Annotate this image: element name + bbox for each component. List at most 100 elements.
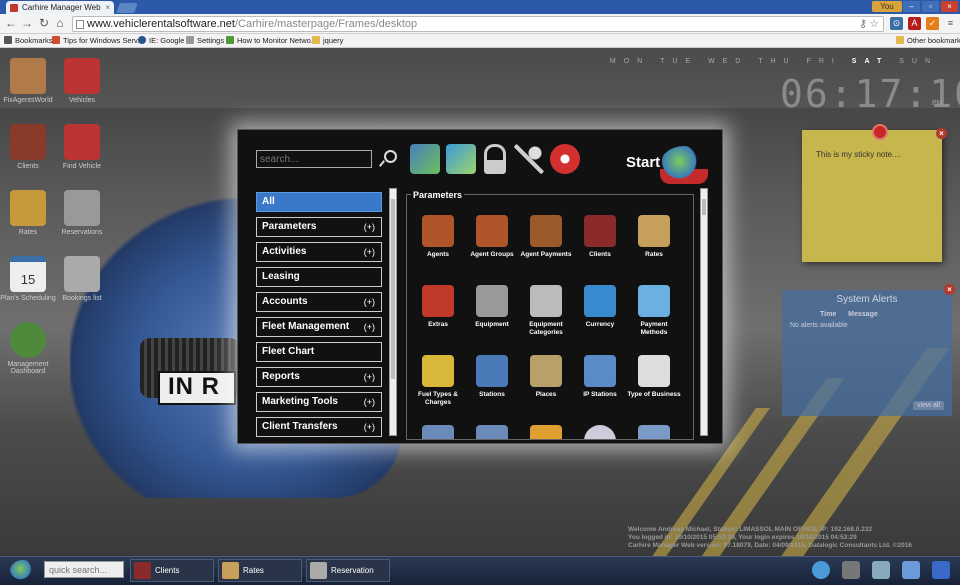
param-payment-methods[interactable]: Payment Methods bbox=[627, 285, 681, 337]
back-icon[interactable]: ← bbox=[4, 16, 18, 31]
address-bar[interactable]: www.vehiclerentalsoftware.net/Carhire/ma… bbox=[72, 16, 884, 32]
tab-title: Carhire Manager Web bbox=[22, 3, 101, 12]
home-icon[interactable]: ⌂ bbox=[53, 16, 67, 31]
extension-icon[interactable]: ⊙ bbox=[890, 17, 903, 30]
param-ip-stations[interactable]: IP Stations bbox=[573, 355, 627, 399]
param-fuel-types[interactable]: Fuel Types & Charges bbox=[411, 355, 465, 407]
param-currency[interactable]: Currency bbox=[573, 285, 627, 329]
browser-tab[interactable]: Carhire Manager Web × bbox=[6, 1, 114, 14]
sticky-close-icon[interactable]: × bbox=[936, 128, 947, 139]
page-icon bbox=[76, 20, 84, 29]
menu-icon[interactable]: ≡ bbox=[944, 17, 957, 30]
bookmark-item[interactable]: IE: Google bbox=[138, 34, 184, 47]
quick-search-input[interactable] bbox=[44, 561, 124, 578]
param-places[interactable]: Places bbox=[519, 355, 573, 399]
minimize-button[interactable]: – bbox=[903, 1, 920, 12]
menu-item-client-transfers[interactable]: Client Transfers (+) bbox=[256, 417, 382, 437]
param-rates[interactable]: Rates bbox=[627, 215, 681, 259]
session-info: Welcome Andreas Michael, Station: LIMASS… bbox=[628, 526, 912, 549]
param-agent-groups[interactable]: Agent Groups bbox=[465, 215, 519, 259]
param-extras[interactable]: Extras bbox=[411, 285, 465, 329]
windows-icon[interactable] bbox=[932, 561, 950, 579]
taskbar-reservation-button[interactable]: Reservation bbox=[306, 559, 390, 582]
other-bookmarks[interactable]: Other bookmarks bbox=[896, 34, 960, 47]
key-icon[interactable] bbox=[514, 144, 544, 174]
bookmark-item[interactable]: jquery bbox=[312, 34, 343, 47]
menu-item-all[interactable]: All bbox=[256, 192, 382, 212]
desktop-icon-clients[interactable]: Clients bbox=[0, 124, 58, 170]
param-type-of-business[interactable]: Type of Business bbox=[627, 355, 681, 399]
notepad-icon[interactable] bbox=[902, 561, 920, 579]
bookmarks-star[interactable]: Bookmarks bbox=[4, 34, 53, 47]
bookmark-item[interactable]: Settings bbox=[186, 34, 224, 47]
desktop-icon-rates[interactable]: Rates bbox=[0, 190, 58, 236]
param-agent-payments[interactable]: Agent Payments bbox=[519, 215, 573, 259]
desktop-icon-agents[interactable]: FixAgentsWorld bbox=[0, 58, 58, 104]
start-logo-icon[interactable] bbox=[660, 146, 708, 184]
param-agents[interactable]: Agents bbox=[411, 215, 465, 259]
star-icon[interactable]: ☆ bbox=[869, 17, 879, 31]
lock-icon[interactable] bbox=[484, 144, 506, 174]
desktop-icon-find-vehicle[interactable]: Find Vehicle bbox=[52, 124, 112, 170]
taskbar-rates-button[interactable]: Rates bbox=[218, 559, 302, 582]
switch-icon[interactable] bbox=[446, 144, 476, 174]
desktop-icon-vehicles[interactable]: Vehicles bbox=[52, 58, 112, 104]
bookmark-item[interactable]: Tips for Windows Serv... bbox=[52, 34, 143, 47]
extension-icon[interactable]: ✓ bbox=[926, 17, 939, 30]
maximize-button[interactable]: ▫ bbox=[922, 1, 939, 12]
param-clients[interactable]: Clients bbox=[573, 215, 627, 259]
browser-toolbar: ← → ↻ ⌂ www.vehiclerentalsoftware.net/Ca… bbox=[0, 14, 960, 34]
power-icon[interactable] bbox=[550, 144, 580, 174]
menu-item-parameters[interactable]: Parameters (+) bbox=[256, 217, 382, 237]
menu-item-fleet-chart[interactable]: Fleet Chart bbox=[256, 342, 382, 362]
desktop-shortcut-icon[interactable] bbox=[410, 144, 440, 174]
tab-close-icon[interactable]: × bbox=[105, 1, 110, 14]
forward-icon[interactable]: → bbox=[20, 16, 34, 31]
desktop-icon-reservations[interactable]: Reservations bbox=[52, 190, 112, 236]
printer-icon[interactable] bbox=[842, 561, 860, 579]
user-badge[interactable]: You bbox=[872, 1, 902, 12]
search-icon[interactable] bbox=[378, 148, 397, 166]
new-tab-button[interactable] bbox=[116, 3, 138, 13]
window-close-button[interactable]: × bbox=[941, 1, 958, 12]
desktop-icon-dashboard[interactable]: Management Dashboard bbox=[0, 322, 58, 375]
bookmark-item[interactable]: How to Monitor Netwo... bbox=[226, 34, 317, 47]
param-equipment[interactable]: Equipment bbox=[465, 285, 519, 329]
search-input[interactable] bbox=[256, 150, 372, 168]
menu-item-activities[interactable]: Activities (+) bbox=[256, 242, 382, 262]
sticky-note-text[interactable]: This is my sticky note.... bbox=[816, 150, 901, 159]
sticky-note[interactable]: This is my sticky note.... bbox=[802, 126, 942, 262]
menu-item-leasing[interactable]: Leasing bbox=[256, 267, 382, 287]
system-alerts-panel: System Alerts Time Message No alerts ava… bbox=[782, 290, 952, 416]
menu-item-fleet-management[interactable]: Fleet Management (+) bbox=[256, 317, 382, 337]
menu-scrollbar[interactable] bbox=[389, 188, 397, 436]
param-more[interactable] bbox=[519, 425, 573, 439]
taskbar-clients-button[interactable]: Clients bbox=[130, 559, 214, 582]
menu-item-accounts[interactable]: Accounts (+) bbox=[256, 292, 382, 312]
param-equipment-categories[interactable]: Equipment Categories bbox=[519, 285, 573, 337]
clock-time: 06:17:10 bbox=[780, 72, 960, 116]
alerts-close-icon[interactable]: × bbox=[944, 284, 955, 295]
desktop-icon-bookings[interactable]: Bookings list bbox=[52, 256, 112, 302]
start-button[interactable] bbox=[10, 560, 36, 582]
pdf-extension-icon[interactable]: A bbox=[908, 17, 921, 30]
chat-icon[interactable] bbox=[812, 561, 830, 579]
desktop-icon-scheduling[interactable]: 15 Plan's Scheduling bbox=[0, 256, 58, 302]
menu-item-reports[interactable]: Reports (+) bbox=[256, 367, 382, 387]
view-all-button[interactable]: view all bbox=[913, 401, 944, 410]
param-stations[interactable]: Stations bbox=[465, 355, 519, 399]
url-domain: www.vehiclerentalsoftware.net bbox=[87, 18, 235, 30]
category-menu: All Parameters (+) Activities (+) Leasing … bbox=[256, 192, 382, 442]
bookmarks-bar: Bookmarks Tips for Windows Serv... IE: G… bbox=[0, 34, 960, 48]
param-more[interactable] bbox=[627, 425, 681, 439]
param-more[interactable] bbox=[573, 425, 627, 439]
param-more[interactable] bbox=[411, 425, 465, 439]
reload-icon[interactable]: ↻ bbox=[37, 16, 51, 31]
key-icon[interactable]: ⚷ bbox=[859, 17, 867, 31]
param-more[interactable] bbox=[465, 425, 519, 439]
menu-item-marketing-tools[interactable]: Marketing Tools (+) bbox=[256, 392, 382, 412]
parameters-scrollbar[interactable] bbox=[700, 188, 708, 436]
tab-favicon-icon bbox=[10, 4, 18, 12]
taskbar: Clients Rates Reservation bbox=[0, 556, 960, 585]
network-icon[interactable] bbox=[872, 561, 890, 579]
